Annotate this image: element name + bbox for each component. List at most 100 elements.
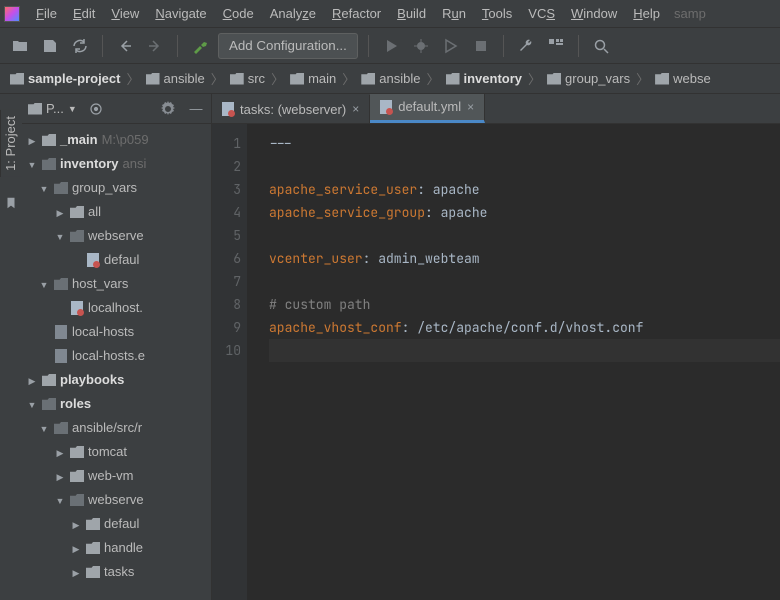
tree-item-localhost[interactable]: localhost. [22,296,211,320]
menu-vcs[interactable]: VCS [520,2,563,25]
tree-item-main[interactable]: _mainM:\p059 [22,128,211,152]
menu-help[interactable]: Help [625,2,668,25]
wrench-icon[interactable] [514,34,538,58]
folder-icon [547,73,561,85]
bc-item[interactable]: group_vars [547,71,630,86]
tree-item-all[interactable]: all [22,200,211,224]
hide-icon[interactable]: — [187,97,205,121]
menu-refactor[interactable]: Refactor [324,2,389,25]
project-panel: P...▼ — _mainM:\p059 inventoryansi group… [22,94,212,600]
folder-icon [361,73,375,85]
folder-icon [655,73,669,85]
search-icon[interactable] [589,34,613,58]
tree-item-group-vars[interactable]: group_vars [22,176,211,200]
editor-area: tasks: (webserver)× default.yml× 1234567… [212,94,780,600]
separator [368,35,369,57]
chevron-right-icon: 〉 [634,69,651,88]
sync-icon[interactable] [68,34,92,58]
bc-item[interactable]: ansible [361,71,420,86]
menu-file[interactable]: File [28,2,65,25]
chevron-right-icon: 〉 [269,69,286,88]
yaml-file-icon [380,100,392,114]
editor[interactable]: 12345678910 --- apache_service_user: apa… [212,124,780,600]
close-icon[interactable]: × [352,102,359,116]
tree-item-webvm[interactable]: web-vm [22,464,211,488]
tree-item-playbooks[interactable]: playbooks [22,368,211,392]
structure-icon[interactable] [544,34,568,58]
yaml-file-icon [222,102,234,116]
menu-code[interactable]: Code [215,2,262,25]
editor-tabs: tasks: (webserver)× default.yml× [212,94,780,124]
toolbar: Add Configuration... [0,28,780,64]
menu-tools[interactable]: Tools [474,2,520,25]
gear-icon[interactable] [159,97,177,121]
bc-item[interactable]: webse [655,71,711,86]
build-icon[interactable] [188,34,212,58]
menu-build[interactable]: Build [389,2,434,25]
close-icon[interactable]: × [467,100,474,114]
locate-icon[interactable] [87,97,105,121]
tree-item-local-hosts[interactable]: local-hosts [22,320,211,344]
tree-item-roles-path[interactable]: ansible/src/r [22,416,211,440]
menubar: File Edit View Navigate Code Analyze Ref… [0,0,780,28]
separator [102,35,103,57]
bc-item[interactable]: ansible [146,71,205,86]
project-tree: _mainM:\p059 inventoryansi group_vars al… [22,124,211,588]
ide-logo-icon [4,6,20,22]
tree-item-defaults[interactable]: defaul [22,512,211,536]
bc-item[interactable]: inventory [446,71,523,86]
menu-analyze[interactable]: Analyze [262,2,324,25]
title-path: samp [674,6,706,21]
editor-tab-active[interactable]: default.yml× [370,94,485,123]
chevron-right-icon: 〉 [340,69,357,88]
folder-icon [446,73,460,85]
folder-icon [10,73,24,85]
chevron-right-icon: 〉 [124,69,141,88]
back-icon[interactable] [113,34,137,58]
stop-icon[interactable] [469,34,493,58]
tree-item-handlers[interactable]: handle [22,536,211,560]
breadcrumb: sample-project 〉 ansible 〉 src 〉 main 〉 … [0,64,780,94]
chevron-right-icon: 〉 [209,69,226,88]
menu-run[interactable]: Run [434,2,474,25]
folder-icon [146,73,160,85]
bc-item[interactable]: sample-project [10,71,120,86]
add-configuration-button[interactable]: Add Configuration... [218,33,358,59]
run-icon[interactable] [379,34,403,58]
chevron-right-icon: 〉 [424,69,441,88]
coverage-icon[interactable] [439,34,463,58]
tool-window-project[interactable]: 1: Project [0,110,22,177]
code-content[interactable]: --- apache_service_user: apache apache_s… [247,124,780,600]
tree-item-host-vars[interactable]: host_vars [22,272,211,296]
open-icon[interactable] [8,34,32,58]
tree-item-webserver-role[interactable]: webserve [22,488,211,512]
menu-window[interactable]: Window [563,2,625,25]
gutter: 12345678910 [212,124,247,600]
forward-icon[interactable] [143,34,167,58]
bc-item[interactable]: main [290,71,336,86]
separator [177,35,178,57]
save-icon[interactable] [38,34,62,58]
tool-window-bookmark-icon[interactable] [0,190,22,213]
debug-icon[interactable] [409,34,433,58]
chevron-right-icon: 〉 [526,69,543,88]
tree-item-webserver[interactable]: webserve [22,224,211,248]
tree-item-roles[interactable]: roles [22,392,211,416]
tree-item-inventory[interactable]: inventoryansi [22,152,211,176]
menu-edit[interactable]: Edit [65,2,103,25]
separator [503,35,504,57]
bc-item[interactable]: src [230,71,265,86]
tree-item-tasks[interactable]: tasks [22,560,211,584]
separator [578,35,579,57]
menu-view[interactable]: View [103,2,147,25]
editor-tab[interactable]: tasks: (webserver)× [212,95,370,123]
panel-header: P...▼ — [22,94,211,124]
menu-navigate[interactable]: Navigate [147,2,214,25]
chevron-down-icon: ▼ [68,104,77,114]
tree-item-default-yml[interactable]: defaul [22,248,211,272]
folder-icon [230,73,244,85]
folder-icon [290,73,304,85]
panel-view-selector[interactable]: P...▼ [28,101,77,116]
tree-item-tomcat[interactable]: tomcat [22,440,211,464]
tree-item-local-hosts-e[interactable]: local-hosts.e [22,344,211,368]
